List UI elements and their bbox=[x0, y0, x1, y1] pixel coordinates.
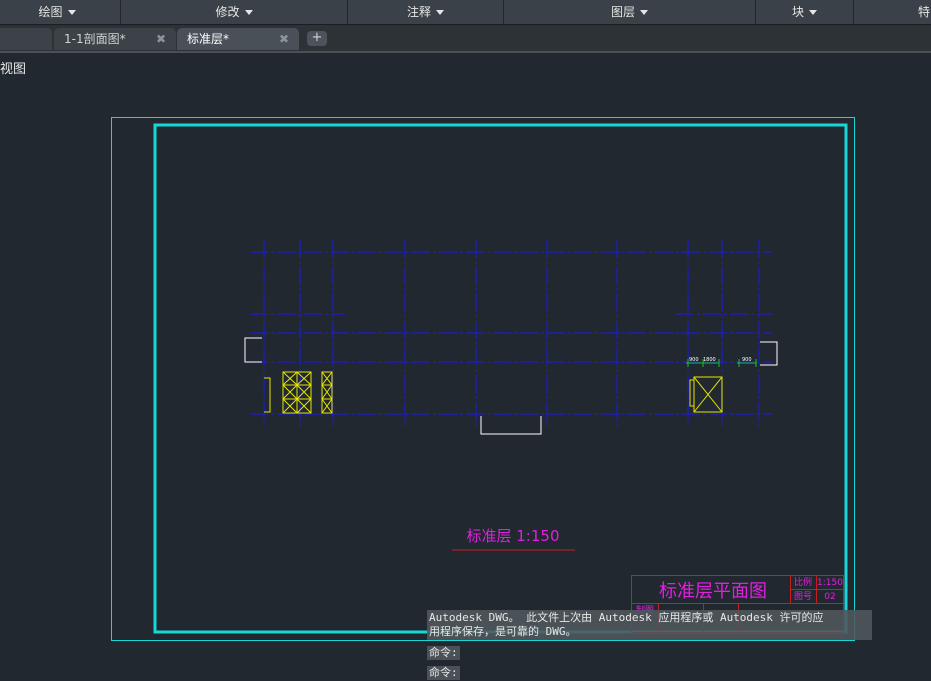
title-block-sheet-key: 图号 bbox=[794, 591, 812, 602]
viewport-frame[interactable] bbox=[111, 117, 855, 641]
title-block-title: 标准层平面图 bbox=[659, 581, 767, 602]
drawing-scale-label[interactable]: 标准层 1:150 bbox=[467, 527, 560, 545]
axis-grid-vertical bbox=[263, 240, 760, 428]
entrance-wall bbox=[480, 416, 542, 435]
stair-symbol bbox=[264, 377, 271, 413]
command-history-line: 用程序保存，是可靠的 DWG。 bbox=[429, 625, 577, 638]
dimension-label: 900 bbox=[742, 357, 752, 363]
command-history: Autodesk DWG。 此文件上次由 Autodesk 应用程序或 Auto… bbox=[427, 610, 872, 640]
dimension-label: 1800 bbox=[703, 357, 716, 363]
title-block-scale-key: 比例 bbox=[794, 576, 812, 588]
title-block-scale-value: 1:150 bbox=[817, 578, 843, 588]
left-bay-wall bbox=[244, 337, 262, 363]
stair-symbol bbox=[689, 379, 694, 407]
drawing-canvas[interactable]: 900 1800 900 标准层 1:150 标准层平面图 比例 1:150 图… bbox=[0, 0, 931, 681]
wall-outlines bbox=[244, 337, 778, 435]
command-prompt[interactable]: 命令: bbox=[427, 646, 460, 660]
command-input[interactable]: 命令: bbox=[427, 666, 460, 680]
drawing-border bbox=[153, 123, 848, 634]
title-block-sheet-value: 02 bbox=[824, 592, 835, 602]
dimension-label: 900 bbox=[689, 357, 699, 363]
command-history-line: Autodesk DWG。 此文件上次由 Autodesk 应用程序或 Auto… bbox=[429, 611, 824, 624]
